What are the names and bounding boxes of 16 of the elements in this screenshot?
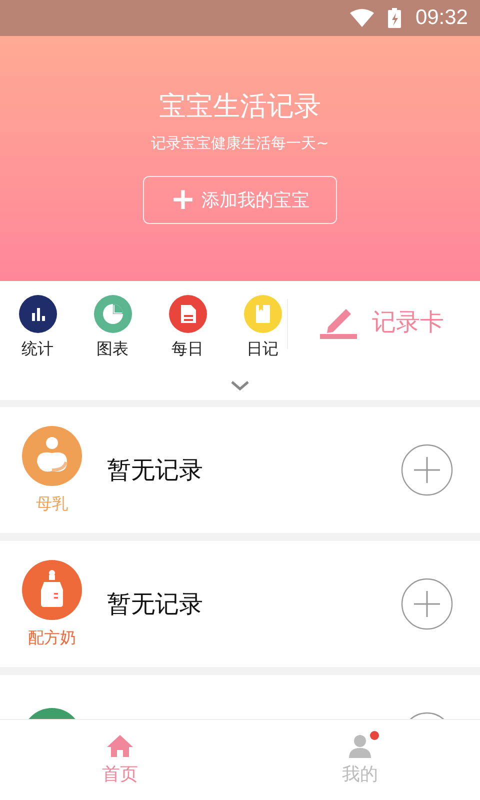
record-status: 暂无记录 — [107, 456, 203, 484]
shortcut-button[interactable]: 统计 — [0, 295, 75, 360]
shortcut-button[interactable]: 图表 — [75, 295, 150, 360]
shortcut-button[interactable]: 每日 — [150, 295, 225, 360]
record-status: 暂无记录 — [107, 590, 203, 618]
battery-icon — [388, 8, 402, 28]
mine-icon — [347, 734, 373, 758]
shortcut-button[interactable]: 日记 — [225, 295, 300, 360]
chevron-down-icon — [231, 381, 249, 391]
category-label: 母乳 — [36, 494, 68, 514]
wifi-icon — [350, 9, 374, 27]
category-label: 配方奶 — [28, 628, 76, 648]
app-subtitle: 记录宝宝健康生活每一天~ — [151, 134, 329, 153]
app-title: 宝宝生活记录 — [159, 90, 321, 124]
clock-time: 09:32 — [415, 6, 468, 30]
home-icon — [107, 734, 133, 758]
